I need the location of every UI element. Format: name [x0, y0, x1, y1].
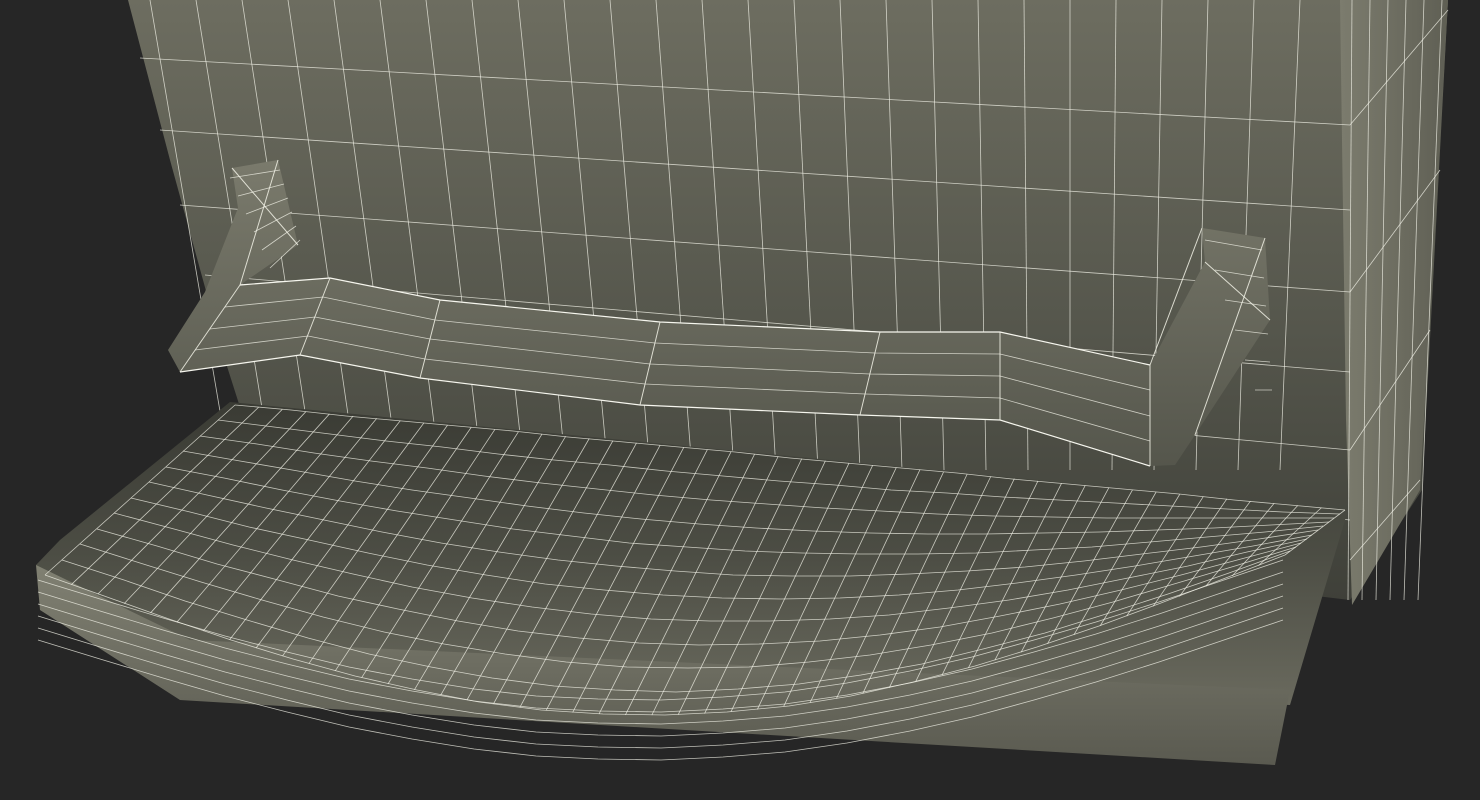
- wireframe-model-render: [36, 0, 1449, 765]
- render-viewport: [0, 0, 1480, 800]
